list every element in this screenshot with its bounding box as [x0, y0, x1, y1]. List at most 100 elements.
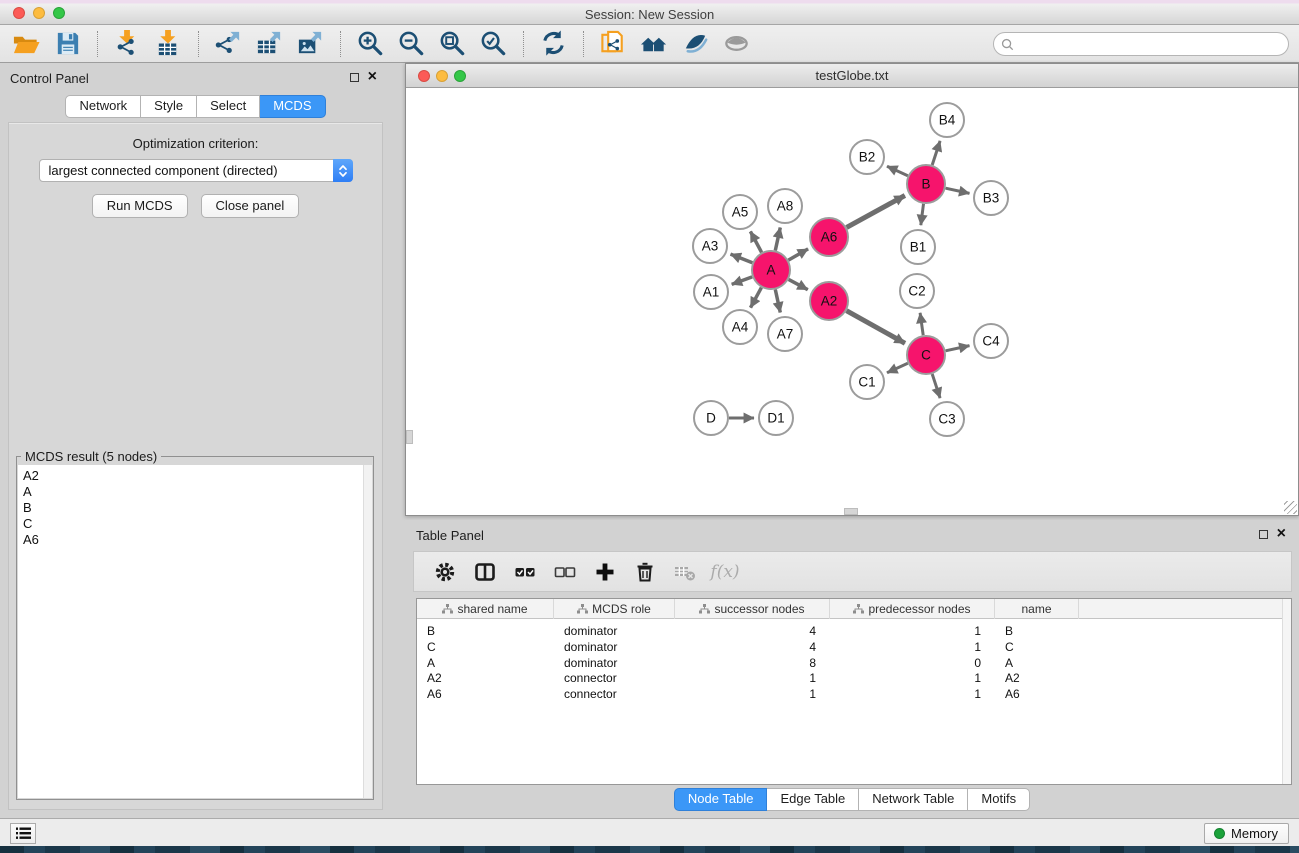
table-cell[interactable]: 1 — [830, 686, 995, 702]
graph-node-C2[interactable]: C2 — [900, 274, 934, 308]
table-row[interactable]: A6connector11A6 — [417, 686, 1282, 702]
export-network-button[interactable] — [208, 28, 249, 60]
edge-A-A6[interactable] — [788, 249, 808, 260]
table-cell[interactable]: A — [995, 655, 1079, 671]
graph-node-C4[interactable]: C4 — [974, 324, 1008, 358]
deselect-all-button[interactable] — [552, 559, 578, 585]
graph-node-A3[interactable]: A3 — [693, 229, 727, 263]
import-network-button[interactable] — [107, 28, 148, 60]
table-cell[interactable]: dominator — [554, 655, 675, 671]
close-panel-icon[interactable]: × — [368, 72, 377, 82]
table-cell[interactable]: 1 — [830, 639, 995, 655]
edge-A2-C[interactable] — [847, 311, 906, 344]
table-cell[interactable]: dominator — [554, 639, 675, 655]
column-header-name[interactable]: name — [995, 599, 1079, 619]
tab-select[interactable]: Select — [197, 95, 260, 118]
tab-style[interactable]: Style — [141, 95, 197, 118]
result-scrollbar[interactable] — [363, 465, 372, 798]
column-header-shared-name[interactable]: shared name — [417, 599, 554, 619]
add-row-button[interactable] — [592, 559, 618, 585]
table-row[interactable]: Bdominator41B — [417, 623, 1282, 639]
graph-node-B2[interactable]: B2 — [850, 140, 884, 174]
graph-node-A1[interactable]: A1 — [694, 275, 728, 309]
tab-motifs[interactable]: Motifs — [968, 788, 1030, 811]
network-graph[interactable]: B4B2BB3A5A8A6A3B1AA1C2A2A4A7C4CC1C3DD1 — [406, 88, 1298, 515]
table-close-panel-icon[interactable]: × — [1277, 529, 1286, 539]
first-neighbors-home-button[interactable] — [634, 28, 675, 60]
graph-node-C[interactable]: C — [907, 336, 945, 374]
edge-A-A5[interactable] — [750, 231, 761, 252]
edge-B-B2[interactable] — [887, 166, 908, 176]
graph-node-C3[interactable]: C3 — [930, 402, 964, 436]
table-cell[interactable]: C — [995, 639, 1079, 655]
graph-node-A8[interactable]: A8 — [768, 189, 802, 223]
graph-node-A2[interactable]: A2 — [810, 282, 848, 320]
graph-node-D1[interactable]: D1 — [759, 401, 793, 435]
table-cell[interactable]: A2 — [417, 670, 554, 686]
table-cell[interactable]: connector — [554, 686, 675, 702]
show-hide-eye-button[interactable] — [716, 28, 757, 60]
graph-node-A5[interactable]: A5 — [723, 195, 757, 229]
table-row[interactable]: Cdominator41C — [417, 639, 1282, 655]
apply-layout-refresh-button[interactable] — [533, 28, 574, 60]
graph-node-A6[interactable]: A6 — [810, 218, 848, 256]
export-image-button[interactable] — [290, 28, 331, 60]
graph-node-A7[interactable]: A7 — [768, 317, 802, 351]
column-header-successor-nodes[interactable]: successor nodes — [675, 599, 830, 619]
function-builder-button[interactable]: f(x) — [712, 559, 738, 585]
edge-B-B3[interactable] — [946, 188, 970, 193]
delete-table-button[interactable] — [672, 559, 698, 585]
table-cell[interactable]: A6 — [417, 686, 554, 702]
edge-C-C1[interactable] — [887, 363, 908, 373]
open-file-button[interactable] — [6, 28, 47, 60]
edge-B-B1[interactable] — [921, 204, 924, 225]
run-mcds-button[interactable]: Run MCDS — [92, 194, 188, 218]
import-table-button[interactable] — [148, 28, 189, 60]
table-cell[interactable]: A2 — [995, 670, 1079, 686]
edge-A-A8[interactable] — [775, 228, 780, 251]
table-cell[interactable]: 0 — [830, 655, 995, 671]
show-columns-button[interactable] — [472, 559, 498, 585]
table-cell[interactable]: 4 — [675, 639, 830, 655]
edge-A-A3[interactable] — [731, 254, 753, 263]
graph-node-B3[interactable]: B3 — [974, 181, 1008, 215]
table-cell[interactable]: B — [995, 623, 1079, 639]
memory-button[interactable]: Memory — [1204, 823, 1289, 844]
resize-grip-icon[interactable] — [1284, 501, 1297, 514]
clone-network-button[interactable] — [593, 28, 634, 60]
table-cell[interactable]: C — [417, 639, 554, 655]
edge-B-B4[interactable] — [932, 141, 940, 165]
zoom-fit-button[interactable] — [432, 28, 473, 60]
table-float-panel-icon[interactable] — [1259, 530, 1268, 539]
table-cell[interactable]: B — [417, 623, 554, 639]
graph-node-B4[interactable]: B4 — [930, 103, 964, 137]
table-cell[interactable]: 4 — [675, 623, 830, 639]
table-row[interactable]: A2connector11A2 — [417, 670, 1282, 686]
tab-edge-table[interactable]: Edge Table — [767, 788, 859, 811]
graph-node-B[interactable]: B — [907, 165, 945, 203]
tab-node-table[interactable]: Node Table — [674, 788, 768, 811]
save-session-button[interactable] — [47, 28, 88, 60]
float-panel-icon[interactable] — [350, 73, 359, 82]
table-cell[interactable]: 1 — [830, 670, 995, 686]
toggle-graphics-details-button[interactable] — [675, 28, 716, 60]
zoom-out-button[interactable] — [391, 28, 432, 60]
criterion-select[interactable]: largest connected component (directed) — [39, 159, 353, 182]
column-header-predecessor-nodes[interactable]: predecessor nodes — [830, 599, 995, 619]
table-cell[interactable]: connector — [554, 670, 675, 686]
export-table-button[interactable] — [249, 28, 290, 60]
vertical-scroll-thumb[interactable] — [406, 430, 413, 444]
select-all-button[interactable] — [512, 559, 538, 585]
settings-button[interactable] — [432, 559, 458, 585]
edge-A-A4[interactable] — [751, 288, 762, 308]
graph-node-D[interactable]: D — [694, 401, 728, 435]
graph-node-A4[interactable]: A4 — [723, 310, 757, 344]
close-panel-button[interactable]: Close panel — [201, 194, 300, 218]
task-history-button[interactable] — [10, 823, 36, 844]
tab-mcds[interactable]: MCDS — [260, 95, 325, 118]
table-cell[interactable]: 1 — [675, 670, 830, 686]
graph-node-B1[interactable]: B1 — [901, 230, 935, 264]
network-canvas[interactable]: B4B2BB3A5A8A6A3B1AA1C2A2A4A7C4CC1C3DD1 — [406, 88, 1298, 515]
edge-C-C4[interactable] — [946, 346, 970, 351]
zoom-in-button[interactable] — [350, 28, 391, 60]
